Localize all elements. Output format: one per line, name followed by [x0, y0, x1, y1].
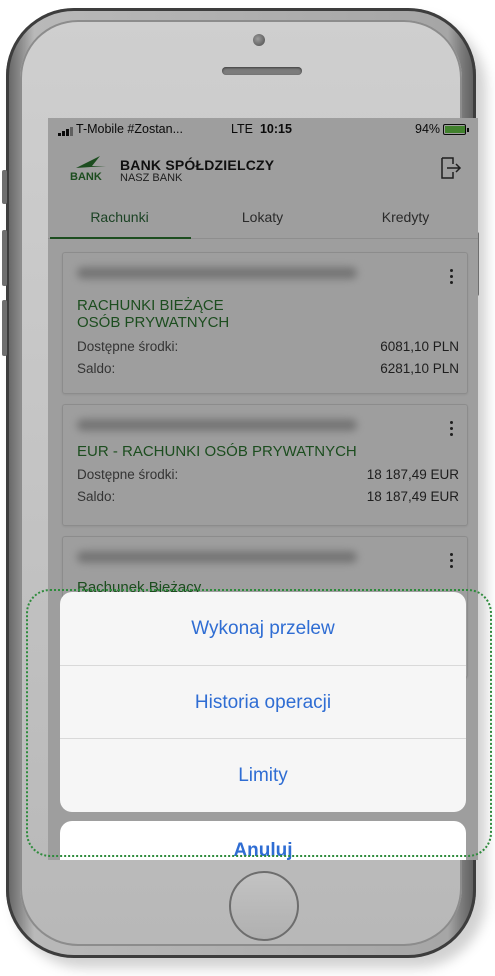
volume-down-button	[2, 300, 7, 356]
volume-up-button	[2, 230, 7, 286]
front-camera	[253, 34, 265, 46]
highlight-outline	[26, 589, 492, 857]
mute-switch	[2, 170, 7, 204]
home-button[interactable]	[229, 871, 299, 941]
earpiece-speaker	[222, 67, 302, 75]
